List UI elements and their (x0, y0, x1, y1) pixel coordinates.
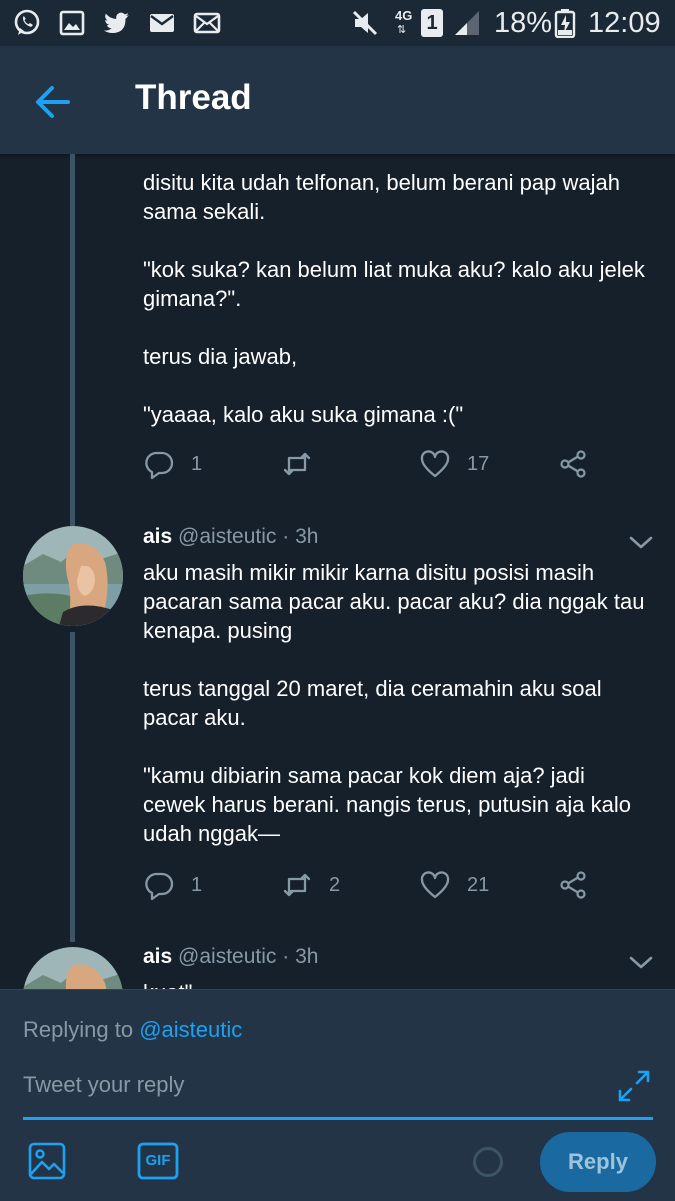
expand-icon[interactable] (615, 1067, 653, 1105)
reply-count: 1 (191, 873, 203, 896)
reply-action[interactable]: 1 (143, 446, 202, 482)
battery-percent: 18% (494, 7, 553, 39)
display-name[interactable]: ais (143, 945, 172, 968)
thread-connector (70, 632, 75, 942)
reply-action[interactable]: 1 (143, 867, 202, 903)
email-icon (193, 12, 221, 34)
share-action[interactable] (557, 446, 589, 482)
whatsapp-icon (14, 9, 40, 35)
avatar-photo (23, 526, 123, 626)
thread-feed[interactable]: disitu kita udah telfonan, belum berani … (0, 154, 675, 989)
reply-count: 1 (191, 452, 203, 475)
retweet-icon (283, 452, 311, 476)
replying-handle[interactable]: @aisteutic (139, 1017, 242, 1042)
like-count: 17 (467, 452, 490, 475)
page-title: Thread (135, 78, 252, 117)
timestamp: · 3h (282, 525, 319, 548)
display-name[interactable]: ais (143, 525, 172, 548)
mail-icon (150, 14, 174, 32)
comment-icon (145, 451, 174, 480)
tweet-header: ais @aisteutic · 3h (143, 943, 318, 971)
network-type: 4G (395, 8, 413, 23)
replying-prefix: Replying to (23, 1017, 134, 1042)
retweet-icon (283, 873, 311, 897)
avatar-photo (23, 947, 123, 989)
tweet-text: aku masih mikir mikir karna disitu posis… (143, 560, 645, 846)
like-action[interactable]: 17 (419, 446, 489, 482)
sim-number: 1 (426, 12, 438, 34)
image-icon[interactable] (27, 1141, 67, 1181)
share-icon (560, 871, 586, 899)
mute-icon (352, 10, 378, 36)
gif-button[interactable]: GIF (137, 1142, 179, 1180)
status-bar: 4G ⇅ 1 18% 12:09 (0, 0, 675, 46)
tweet-header: ais @aisteutic · 3h (143, 523, 318, 551)
clock: 12:09 (588, 7, 661, 39)
gallery-icon (59, 10, 85, 36)
input-underline (23, 1117, 653, 1120)
tweet-text: disitu kita udah telfonan, belum berani … (143, 170, 645, 427)
comment-icon (145, 872, 174, 901)
user-handle[interactable]: @aisteutic (178, 525, 276, 548)
share-icon (560, 450, 586, 478)
retweet-action[interactable] (281, 446, 329, 482)
heart-icon (420, 450, 450, 478)
tweet-actions: 1 17 (143, 446, 603, 482)
battery-charging-icon (554, 9, 576, 38)
arrow-left-icon[interactable] (22, 79, 84, 125)
sim-badge: 1 (421, 9, 443, 37)
avatar[interactable] (23, 526, 123, 626)
chevron-down-icon[interactable] (628, 954, 654, 972)
replying-to: Replying to @aisteutic (23, 1017, 242, 1043)
retweet-count: 2 (329, 873, 341, 896)
like-count: 21 (467, 873, 490, 896)
network-indicator: 4G ⇅ (395, 9, 419, 39)
twitter-icon (104, 12, 129, 33)
share-action[interactable] (557, 867, 589, 903)
avatar[interactable] (23, 947, 123, 989)
retweet-action[interactable]: 2 (281, 867, 340, 903)
reply-button[interactable]: Reply (540, 1132, 656, 1192)
signal-icon (455, 11, 479, 35)
reply-input[interactable] (23, 1070, 603, 1100)
gif-label: GIF (145, 1152, 171, 1169)
chevron-down-icon[interactable] (628, 534, 654, 552)
thread-header: Thread (0, 46, 675, 154)
reply-composer: Replying to @aisteutic GIF Reply (0, 989, 675, 1201)
data-arrows-icon: ⇅ (397, 24, 407, 36)
tweet-text: kuat" (143, 978, 653, 989)
heart-icon (420, 871, 450, 899)
user-handle[interactable]: @aisteutic (178, 945, 276, 968)
tweet-actions: 1 2 21 (143, 867, 603, 903)
thread-connector (70, 154, 75, 526)
timestamp: · 3h (282, 945, 319, 968)
like-action[interactable]: 21 (419, 867, 489, 903)
character-counter-icon (473, 1147, 503, 1177)
